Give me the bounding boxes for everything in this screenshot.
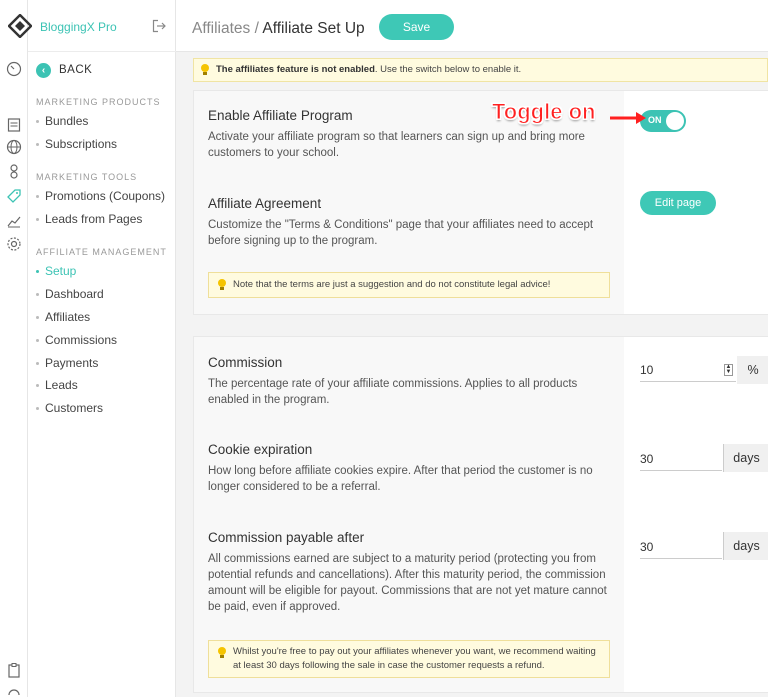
topbar: Affiliates / Affiliate Set Up Save [176, 0, 768, 52]
logout-icon[interactable] [152, 19, 166, 33]
payable-desc: All commissions earned are subject to a … [208, 553, 607, 613]
legal-note-text: Note that the terms are just a suggestio… [233, 279, 551, 290]
commission-desc: The percentage rate of your affiliate co… [208, 378, 578, 406]
enable-program-desc: Activate your affiliate program so that … [208, 131, 585, 159]
settings-card: Commission The percentage rate of your a… [193, 336, 768, 693]
globe-icon[interactable] [6, 139, 22, 155]
lightbulb-icon [217, 647, 227, 659]
icon-rail [0, 0, 28, 697]
clipboard-icon[interactable] [6, 662, 22, 678]
sidebar-item-promotions[interactable]: Promotions (Coupons) [36, 188, 165, 204]
commission-input[interactable]: 10 [640, 358, 736, 382]
cookie-desc: How long before affiliate cookies expire… [208, 465, 593, 493]
lightbulb-icon [200, 64, 210, 76]
agreement-title: Affiliate Agreement [208, 196, 322, 211]
back-label: BACK [59, 64, 93, 76]
users-icon[interactable] [6, 163, 22, 179]
annotation-arrow-icon [610, 112, 646, 124]
breadcrumb-parent[interactable]: Affiliates [192, 20, 250, 37]
sidebar-item-dashboard[interactable]: Dashboard [36, 286, 104, 302]
cookie-expiration-input[interactable]: 30 [640, 447, 722, 471]
affiliate-program-toggle[interactable]: ON [640, 110, 686, 132]
feature-disabled-banner: The affiliates feature is not enabled. U… [193, 58, 768, 82]
sidebar: BloggingX Pro ‹ BACK MARKETING PRODUCTS … [8, 0, 176, 697]
edit-page-button[interactable]: Edit page [640, 191, 716, 215]
sidebar-item-customers[interactable]: Customers [36, 400, 103, 416]
support-icon[interactable] [6, 685, 22, 697]
back-button[interactable]: ‹ BACK [36, 62, 92, 78]
chevron-left-icon: ‹ [36, 62, 51, 78]
toggle-on-annotation: Toggle on [491, 99, 596, 125]
payable-unit: days [723, 532, 768, 560]
sidebar-item-subscriptions[interactable]: Subscriptions [36, 136, 117, 152]
toggle-label: ON [648, 115, 662, 125]
breadcrumb-separator: / [250, 20, 263, 37]
brand-logo-icon[interactable] [8, 14, 32, 38]
sidebar-item-bundles[interactable]: Bundles [36, 113, 88, 129]
banner-bold-text: The affiliates feature is not enabled [216, 64, 375, 75]
toggle-knob [666, 112, 684, 130]
sidebar-item-payments[interactable]: Payments [36, 355, 98, 371]
cookie-unit: days [723, 444, 768, 472]
lightbulb-icon [217, 279, 227, 291]
brand-header: BloggingX Pro [8, 0, 176, 52]
program-card: Enable Affiliate Program Activate your a… [193, 90, 768, 315]
tag-icon[interactable] [6, 188, 22, 204]
chart-icon[interactable] [6, 213, 22, 229]
settings-icon[interactable] [6, 236, 22, 252]
payout-note: Whilst you're free to pay out your affil… [208, 640, 610, 678]
commission-title: Commission [208, 355, 283, 370]
commission-stepper-icon[interactable]: ▲ ▼ [724, 364, 733, 376]
pages-icon[interactable] [6, 117, 22, 133]
commission-unit: % [737, 356, 768, 384]
enable-program-title: Enable Affiliate Program [208, 108, 353, 123]
agreement-desc: Customize the "Terms & Conditions" page … [208, 219, 594, 247]
sidebar-item-setup[interactable]: Setup [36, 263, 76, 279]
brand-name[interactable]: BloggingX Pro [40, 20, 117, 34]
section-label-marketing-tools: MARKETING TOOLS [36, 172, 138, 182]
sidebar-item-leads[interactable]: Leads [36, 377, 78, 393]
payout-note-text: Whilst you're free to pay out your affil… [233, 646, 596, 671]
sidebar-item-affiliates[interactable]: Affiliates [36, 309, 90, 325]
dashboard-icon[interactable] [6, 61, 22, 77]
cookie-title: Cookie expiration [208, 442, 313, 457]
page-title: Affiliate Set Up [262, 20, 365, 37]
banner-text: . Use the switch below to enable it. [374, 64, 522, 75]
sidebar-item-leads-from-pages[interactable]: Leads from Pages [36, 211, 142, 227]
section-label-affiliate-management: AFFILIATE MANAGEMENT [36, 247, 167, 257]
section-label-marketing-products: MARKETING PRODUCTS [36, 97, 161, 107]
sidebar-item-commissions[interactable]: Commissions [36, 332, 117, 348]
payable-after-input[interactable]: 30 [640, 535, 722, 559]
breadcrumb: Affiliates / Affiliate Set Up [192, 20, 365, 38]
save-button[interactable]: Save [379, 14, 454, 40]
legal-note: Note that the terms are just a suggestio… [208, 272, 610, 298]
payable-title: Commission payable after [208, 530, 365, 545]
